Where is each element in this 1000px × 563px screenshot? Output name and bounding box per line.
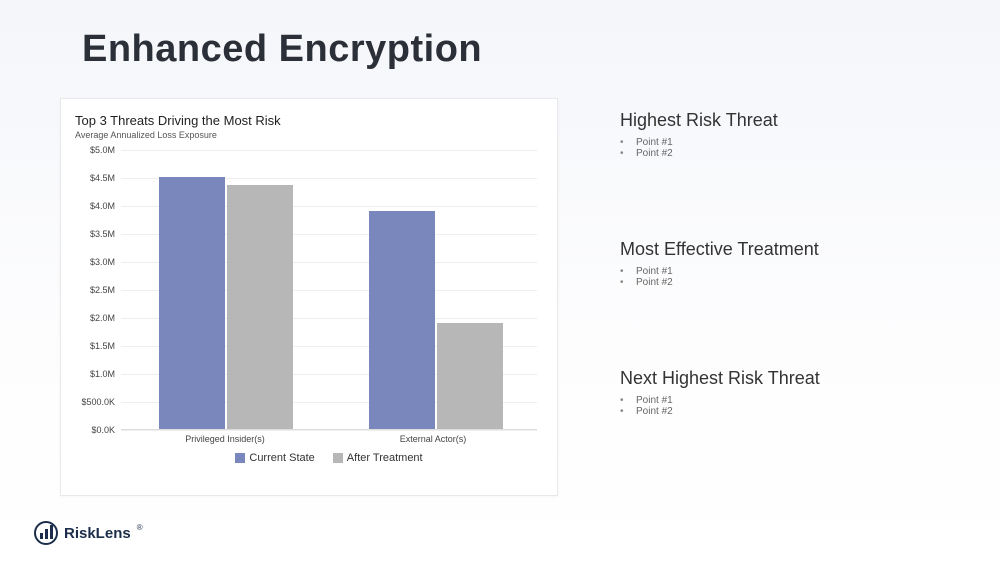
chart-y-tick: $1.5M	[90, 341, 115, 351]
chart-y-tick: $4.0M	[90, 201, 115, 211]
rhs-list-item: Point #1	[620, 137, 960, 148]
rhs-heading: Most Effective Treatment	[620, 239, 960, 260]
rhs-heading: Next Highest Risk Threat	[620, 368, 960, 389]
chart-bar	[437, 323, 503, 429]
rhs-block: Most Effective Treatment Point #1Point #2	[620, 239, 960, 288]
legend-item-current: Current State	[235, 452, 314, 464]
chart-y-tick: $2.5M	[90, 285, 115, 295]
chart-y-tick: $1.0M	[90, 369, 115, 379]
chart-x-labels: Privileged Insider(s)External Actor(s)	[121, 434, 537, 444]
brand-tm: ®	[137, 523, 143, 532]
chart-y-tick: $0.0K	[91, 425, 115, 435]
chart-bar	[159, 177, 225, 429]
legend-label-current: Current State	[249, 452, 314, 464]
rhs-panel: Highest Risk ThreatPoint #1Point #2Most …	[620, 110, 960, 417]
rhs-list-item: Point #2	[620, 148, 960, 159]
rhs-list-item: Point #1	[620, 395, 960, 406]
rhs-block: Next Highest Risk Threat Point #1Point #2	[620, 368, 960, 417]
chart-gridline	[121, 150, 537, 151]
chart-bar	[227, 185, 293, 429]
legend-item-after: After Treatment	[333, 452, 423, 464]
rhs-heading: Highest Risk Threat	[620, 110, 960, 131]
rhs-list-item: Point #2	[620, 277, 960, 288]
legend-swatch-after	[333, 453, 343, 463]
rhs-list: Point #1Point #2	[620, 266, 960, 288]
chart-x-tick: Privileged Insider(s)	[121, 434, 329, 444]
chart-y-tick: $500.0K	[81, 397, 115, 407]
chart-gridline	[121, 430, 537, 431]
brand-name: RiskLens	[64, 525, 131, 542]
rhs-list: Point #1Point #2	[620, 137, 960, 159]
chart-title: Top 3 Threats Driving the Most Risk	[75, 113, 543, 128]
chart-plot: $0.0K$500.0K$1.0M$1.5M$2.0M$2.5M$3.0M$3.…	[121, 150, 537, 489]
chart-plot-area: $0.0K$500.0K$1.0M$1.5M$2.0M$2.5M$3.0M$3.…	[121, 150, 537, 430]
brand-logo: RiskLens ®	[34, 521, 143, 545]
chart-x-tick: External Actor(s)	[329, 434, 537, 444]
chart-y-tick: $2.0M	[90, 313, 115, 323]
chart-y-tick: $3.0M	[90, 257, 115, 267]
chart-y-tick: $3.5M	[90, 229, 115, 239]
rhs-list: Point #1Point #2	[620, 395, 960, 417]
rhs-list-item: Point #2	[620, 406, 960, 417]
chart-y-tick: $4.5M	[90, 173, 115, 183]
chart-legend: Current State After Treatment	[121, 452, 537, 464]
rhs-list-item: Point #1	[620, 266, 960, 277]
brand-logo-icon	[34, 521, 58, 545]
chart-bar	[369, 211, 435, 429]
chart-card: Top 3 Threats Driving the Most Risk Aver…	[60, 98, 558, 496]
rhs-block: Highest Risk Threat Point #1Point #2	[620, 110, 960, 159]
chart-y-tick: $5.0M	[90, 145, 115, 155]
legend-swatch-current	[235, 453, 245, 463]
chart-subtitle: Average Annualized Loss Exposure	[75, 130, 543, 140]
page-title: Enhanced Encryption	[82, 28, 482, 71]
legend-label-after: After Treatment	[347, 452, 423, 464]
